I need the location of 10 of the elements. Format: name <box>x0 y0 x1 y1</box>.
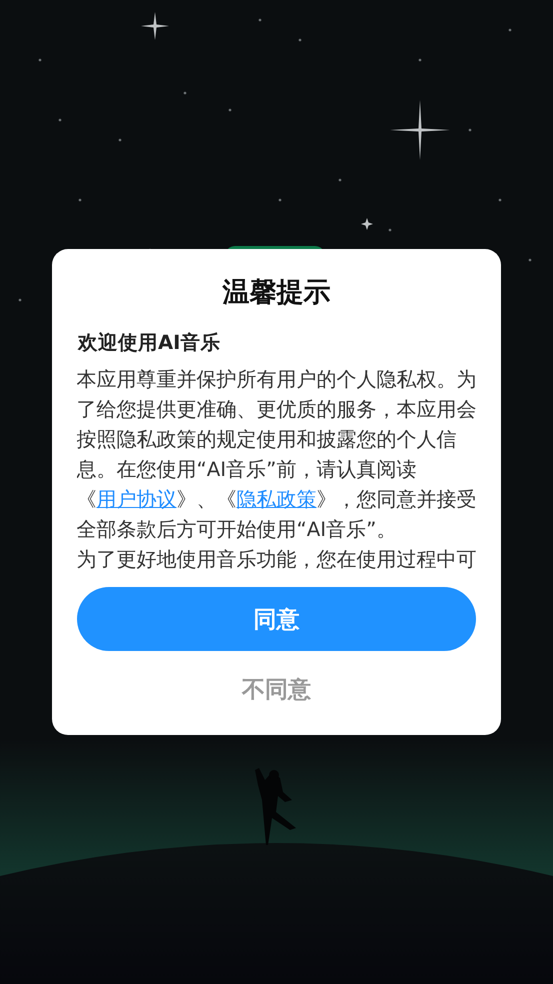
privacy-paragraph: 为了更好地使用音乐功能，您在使用过程中可 <box>76 547 476 573</box>
welcome-heading: 欢迎使用AI音乐 <box>78 330 220 356</box>
policy-link[interactable]: 用户协议 <box>96 488 176 511</box>
dialog-title: 温馨提示 <box>222 276 330 310</box>
privacy-paragraph: 本应用尊重并保护所有用户的个人隐私权。为了给您提供更准确、更优质的服务，本应用会按照隐私政策的规定使用和披露您的个人信息。在您使用“AI音乐”前，请认真阅读《用户协议》、《隐私政策》，您同意并接受全部条款后方可开始使用“AI音乐”。 <box>76 367 476 543</box>
policy-link[interactable]: 隐私政策 <box>236 488 316 511</box>
disagree-button[interactable]: 不同意 <box>230 661 323 717</box>
sparkle-star <box>361 218 373 230</box>
sparkle-star <box>141 12 169 40</box>
agree-button[interactable]: 同意 <box>77 587 476 651</box>
